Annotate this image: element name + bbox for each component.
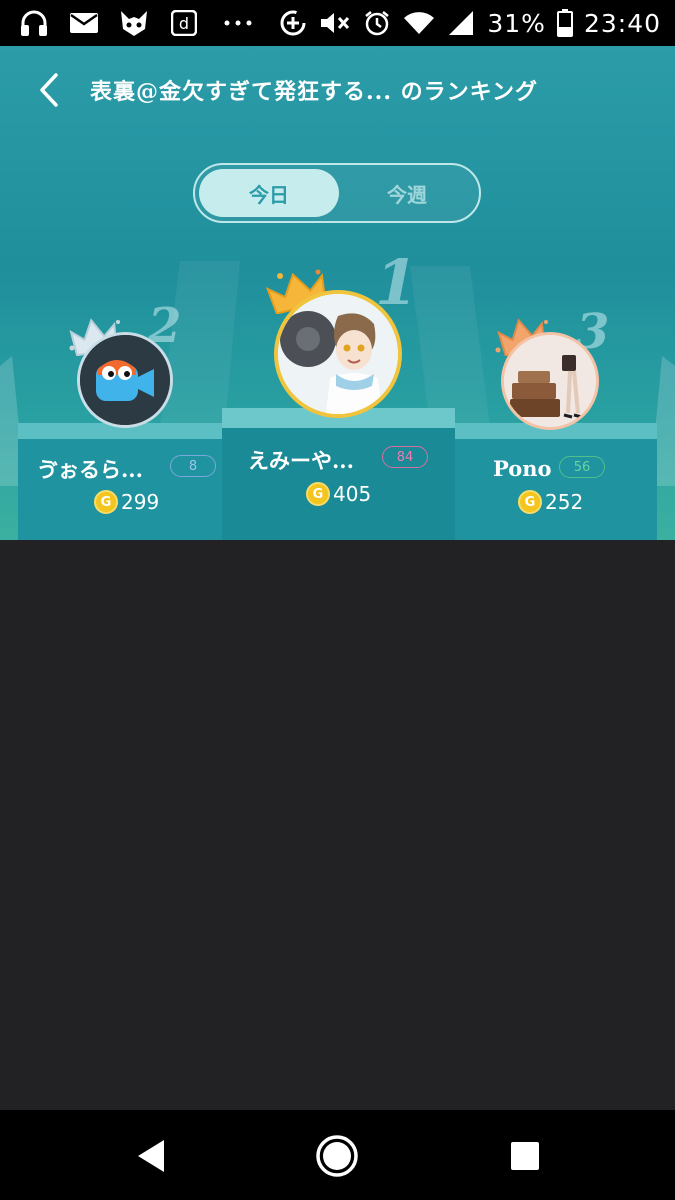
svg-text:d: d bbox=[179, 14, 189, 33]
nav-back-button[interactable] bbox=[128, 1134, 172, 1178]
nav-home-button[interactable] bbox=[315, 1134, 359, 1178]
coin-count-rank-1: G 405 bbox=[306, 482, 371, 506]
user-portrait-icon bbox=[278, 294, 398, 414]
mute-icon bbox=[319, 8, 351, 38]
tab-week[interactable]: 今週 bbox=[337, 169, 477, 217]
back-button[interactable] bbox=[28, 68, 68, 112]
battery-percent: 31% bbox=[487, 8, 546, 38]
data-saver-icon bbox=[277, 8, 309, 38]
more-dots-icon bbox=[218, 8, 258, 38]
battery-icon bbox=[556, 8, 574, 38]
headphones-icon bbox=[18, 8, 50, 38]
docomo-d-icon: d bbox=[168, 8, 200, 38]
camera-mascot-icon bbox=[80, 335, 170, 425]
level-badge-rank-1: 84 bbox=[382, 446, 428, 468]
coin-value: 252 bbox=[545, 490, 584, 514]
system-nav-bar bbox=[0, 1110, 675, 1200]
coin-count-rank-2: G 299 bbox=[94, 490, 159, 514]
page-title: 表裏@金欠すぎて発狂する... のランキング bbox=[90, 79, 538, 105]
coin-icon: G bbox=[306, 482, 330, 506]
user-name-rank-3: Pono bbox=[493, 456, 552, 481]
user-name-rank-2: ゔぉるら... bbox=[37, 457, 143, 482]
chevron-left-icon bbox=[40, 73, 58, 107]
nav-recents-button[interactable] bbox=[503, 1134, 547, 1178]
ranking-header: 表裏@金欠すぎて発狂する... のランキング 今日 今週 1 2 3 ゔぉるら.… bbox=[0, 46, 675, 540]
alarm-icon bbox=[361, 8, 393, 38]
avatar-rank-1[interactable] bbox=[274, 290, 402, 418]
back-triangle-icon bbox=[138, 1140, 164, 1172]
avatar-rank-2[interactable] bbox=[77, 332, 173, 428]
recents-square-icon bbox=[511, 1142, 539, 1170]
suitcase-photo-icon bbox=[504, 335, 596, 427]
avatar-rank-3[interactable] bbox=[501, 332, 599, 430]
ranking-list-area bbox=[0, 540, 675, 1110]
wifi-icon bbox=[403, 8, 435, 38]
level-badge-rank-2: 8 bbox=[170, 455, 216, 477]
mail-icon bbox=[68, 8, 100, 38]
coin-value: 405 bbox=[333, 482, 372, 506]
user-name-rank-1: えみーや... bbox=[248, 448, 354, 473]
coin-count-rank-3: G 252 bbox=[518, 490, 583, 514]
status-bar: d 31% 23:40 bbox=[0, 0, 675, 46]
clock-time: 23:40 bbox=[583, 8, 661, 38]
level-badge-rank-3: 56 bbox=[559, 456, 605, 478]
coin-value: 299 bbox=[121, 490, 160, 514]
tab-today[interactable]: 今日 bbox=[199, 169, 339, 217]
app-mask-icon bbox=[118, 8, 150, 38]
coin-icon: G bbox=[518, 490, 542, 514]
home-circle-icon bbox=[316, 1135, 358, 1177]
period-toggle: 今日 今週 bbox=[193, 163, 481, 223]
coin-icon: G bbox=[94, 490, 118, 514]
signal-icon bbox=[445, 8, 477, 38]
